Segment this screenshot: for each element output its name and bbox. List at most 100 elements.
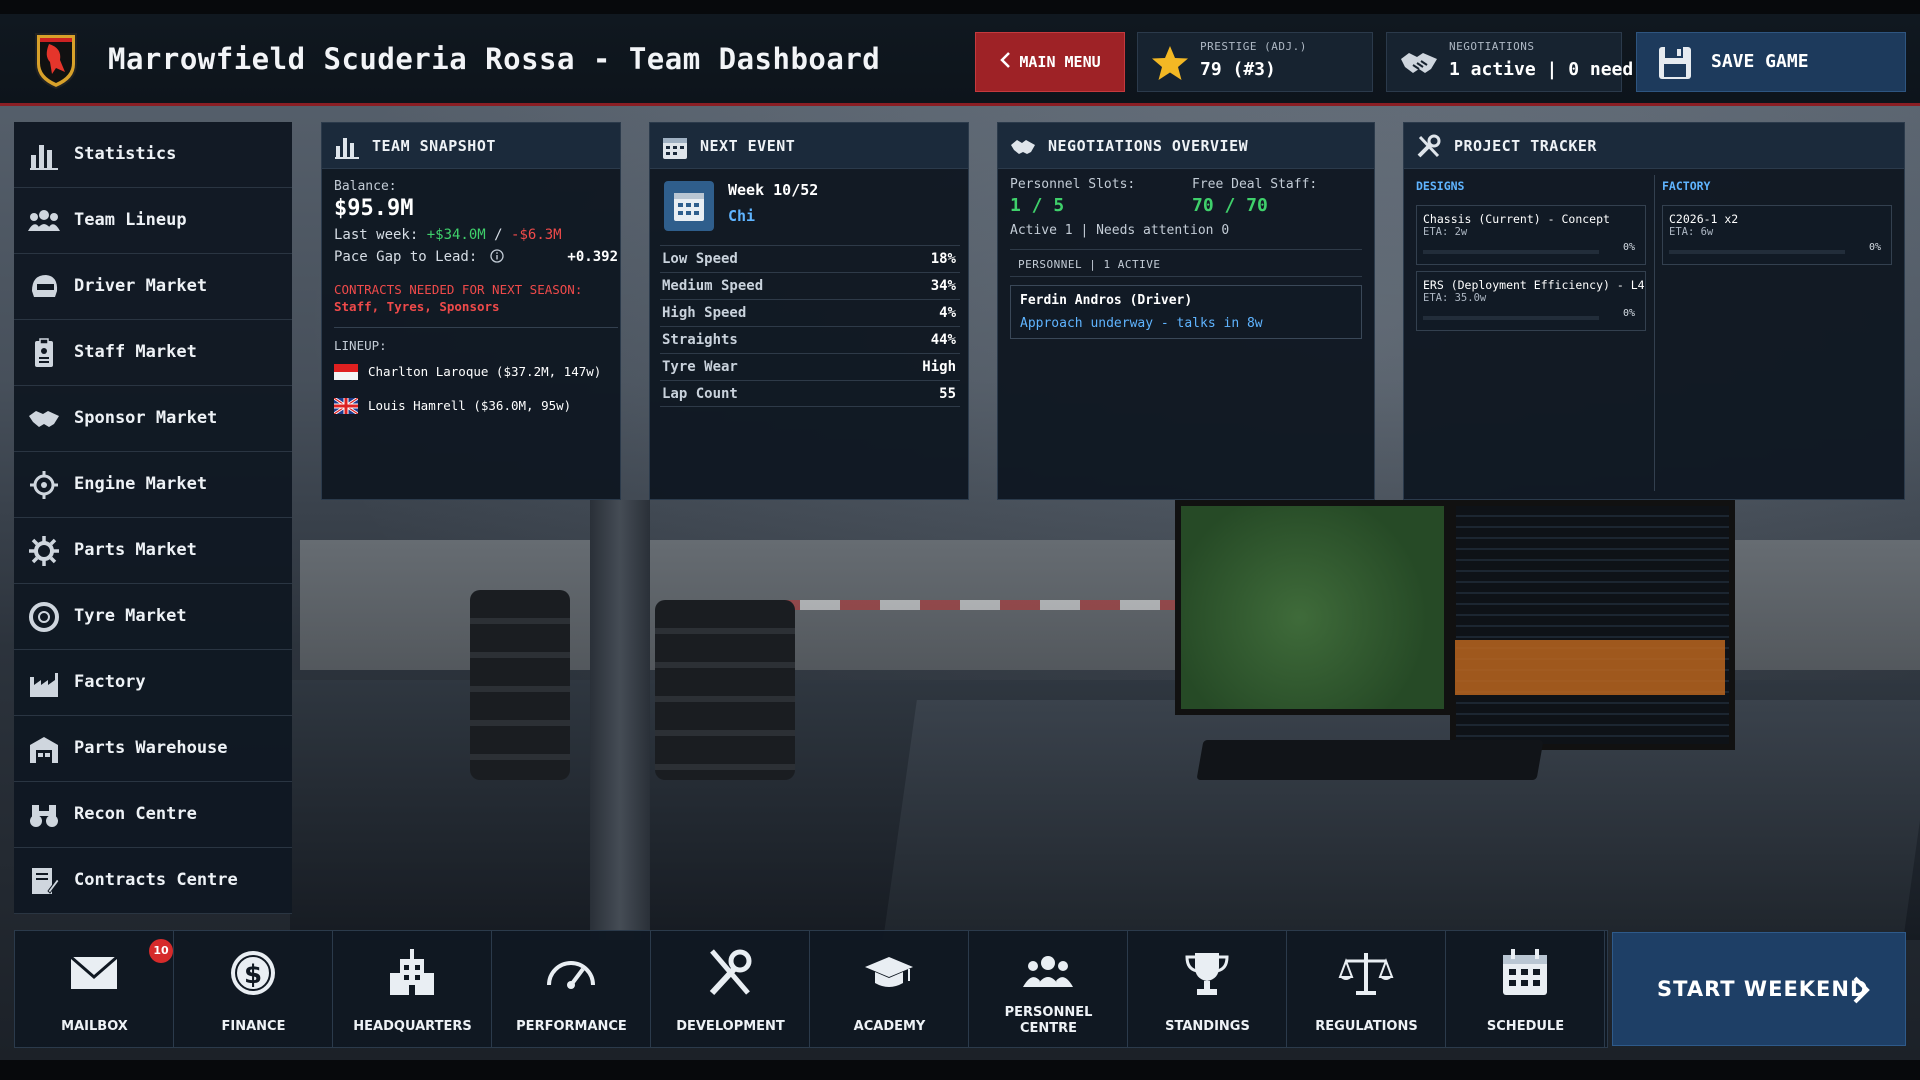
dock-item-headquarters[interactable]: HEADQUARTERS xyxy=(333,931,492,1047)
row-label: High Speed xyxy=(662,305,747,321)
handshake-icon xyxy=(28,403,60,435)
dock-item-standings[interactable]: STANDINGS xyxy=(1128,931,1287,1047)
sidebar-item-parts-warehouse[interactable]: Parts Warehouse xyxy=(14,716,292,782)
envelope-icon xyxy=(64,945,124,1001)
progress-percent: 0% xyxy=(1622,308,1635,319)
negotiations-value: 1 active | 0 need xyxy=(1449,59,1634,80)
dollar-coin-icon: $ xyxy=(223,945,283,1001)
page-title: Marrowfield Scuderia Rossa - Team Dashbo… xyxy=(108,42,881,76)
start-weekend-button[interactable]: START WEEKEND xyxy=(1612,932,1906,1046)
row-label: Low Speed xyxy=(662,251,738,267)
prestige-value: 79 (#3) xyxy=(1200,59,1276,80)
factory-column-label: FACTORY xyxy=(1662,179,1711,193)
row-value: 18% xyxy=(930,251,956,267)
sidebar-item-tyre-market[interactable]: Tyre Market xyxy=(14,584,292,650)
project-eta: ETA: 2w xyxy=(1423,226,1468,238)
background-keyboard xyxy=(1196,740,1544,780)
contracts-warning: CONTRACTS NEEDED FOR NEXT SEASON: Staff,… xyxy=(334,281,618,315)
sidebar-item-driver-market[interactable]: Driver Market xyxy=(14,254,292,320)
row-label: Lap Count xyxy=(662,386,738,402)
progress-percent: 0% xyxy=(1622,242,1635,253)
table-row: Straights 44% xyxy=(660,326,960,353)
negotiations-label: NEGOTIATIONS xyxy=(1449,40,1535,53)
sidebar-item-contracts-centre[interactable]: Contracts Centre xyxy=(14,848,292,914)
building-icon xyxy=(382,945,442,1001)
handshake-icon xyxy=(1010,134,1036,160)
dock-item-development[interactable]: DEVELOPMENT xyxy=(651,931,810,1047)
dock-item-performance[interactable]: PERFORMANCE xyxy=(492,931,651,1047)
next-event-panel: NEXT EVENT Week 10/52 Chi Low Speed 18% M… xyxy=(649,122,969,500)
trophy-icon xyxy=(1177,945,1237,1001)
panel-header: NEXT EVENT xyxy=(650,123,968,169)
dock-item-academy[interactable]: ACADEMY xyxy=(810,931,969,1047)
indonesia-flag-icon xyxy=(334,364,358,380)
progress-bar xyxy=(1669,250,1845,254)
main-menu-button[interactable]: MAIN MENU xyxy=(975,32,1125,92)
sidebar-item-label: Recon Centre xyxy=(74,804,197,824)
gear-icon xyxy=(28,535,60,567)
row-value: 44% xyxy=(930,332,956,348)
sidebar-item-sponsor-market[interactable]: Sponsor Market xyxy=(14,386,292,452)
design-project-card[interactable]: ERS (Deployment Efficiency) - L4 ETA: 35… xyxy=(1416,271,1646,331)
factory-project-card[interactable]: C2026-1 x2 ETA: 6w 0% xyxy=(1662,205,1892,265)
row-value: 34% xyxy=(930,278,956,294)
chevron-left-icon xyxy=(999,51,1011,73)
binoculars-icon xyxy=(28,799,60,831)
warehouse-icon xyxy=(28,733,60,765)
dock-item-personnel-centre[interactable]: PERSONNEL CENTRE xyxy=(969,931,1128,1047)
design-project-card[interactable]: Chassis (Current) - Concept ETA: 2w 0% xyxy=(1416,205,1646,265)
negotiation-card[interactable]: Ferdin Andros (Driver) Approach underway… xyxy=(1010,285,1362,339)
progress-bar xyxy=(1423,316,1599,320)
personnel-slots-label: Personnel Slots: xyxy=(1010,177,1136,192)
dock-item-schedule[interactable]: SCHEDULE xyxy=(1446,931,1605,1047)
event-location[interactable]: Chi xyxy=(728,207,755,225)
table-row: High Speed 4% xyxy=(660,299,960,326)
free-deal-staff-value: 70 / 70 xyxy=(1192,195,1268,216)
sidebar-item-label: Driver Market xyxy=(74,276,208,296)
prestige-indicator[interactable]: PRESTIGE (ADJ.) 79 (#3) xyxy=(1137,32,1373,92)
project-eta: ETA: 35.0w xyxy=(1423,292,1487,304)
sidebar-item-staff-market[interactable]: Staff Market xyxy=(14,320,292,386)
dock-item-label: STANDINGS xyxy=(1165,1019,1250,1034)
divider xyxy=(334,327,618,328)
project-name: Chassis (Current) - Concept xyxy=(1423,212,1610,226)
factory-icon xyxy=(28,667,60,699)
negotiation-status: Approach underway - talks in 8w xyxy=(1020,316,1263,331)
svg-text:$: $ xyxy=(244,960,262,990)
negotiations-indicator[interactable]: NEGOTIATIONS 1 active | 0 need xyxy=(1386,32,1633,92)
sidebar-item-team-lineup[interactable]: Team Lineup xyxy=(14,188,292,254)
sidebar-item-parts-market[interactable]: Parts Market xyxy=(14,518,292,584)
balance-value: $95.9M xyxy=(334,196,414,221)
sidebar-item-statistics[interactable]: Statistics xyxy=(14,122,292,188)
dock-item-finance[interactable]: $ FINANCE xyxy=(174,931,333,1047)
table-row: Tyre Wear High xyxy=(660,353,960,380)
progress-percent: 0% xyxy=(1868,242,1881,253)
main-menu-label: MAIN MENU xyxy=(1019,53,1101,71)
panel-header: NEGOTIATIONS OVERVIEW xyxy=(998,123,1374,169)
dock-item-mailbox[interactable]: 10 MAILBOX xyxy=(15,931,174,1047)
unread-count-badge: 10 xyxy=(149,939,173,963)
sidebar-item-label: Statistics xyxy=(74,144,177,164)
tab-personnel[interactable]: PERSONNEL | 1 ACTIVE xyxy=(1010,249,1362,277)
table-row: Lap Count 55 xyxy=(660,380,960,407)
event-week: Week 10/52 xyxy=(728,181,819,199)
lineup-driver-row[interactable]: Louis Hamrell ($36.0M, 95w) xyxy=(333,391,618,421)
sidebar-item-engine-market[interactable]: Engine Market xyxy=(14,452,292,518)
save-game-button[interactable]: SAVE GAME xyxy=(1636,32,1906,92)
dock-item-label: PERSONNEL xyxy=(1004,1005,1093,1020)
lineup-driver-text: Louis Hamrell ($36.0M, 95w) xyxy=(368,398,572,413)
sidebar-item-label: Contracts Centre xyxy=(74,870,238,890)
sidebar-item-recon-centre[interactable]: Recon Centre xyxy=(14,782,292,848)
panel-header: PROJECT TRACKER xyxy=(1404,123,1904,169)
dock-item-regulations[interactable]: REGULATIONS xyxy=(1287,931,1446,1047)
sidebar-item-label: Tyre Market xyxy=(74,606,187,626)
sidebar-item-factory[interactable]: Factory xyxy=(14,650,292,716)
dock-item-label: HEADQUARTERS xyxy=(353,1019,472,1034)
start-weekend-label: START WEEKEND xyxy=(1657,977,1869,1001)
background-telemetry-highlight xyxy=(1455,640,1725,695)
table-row: Medium Speed 34% xyxy=(660,272,960,299)
sidebar-item-label: Staff Market xyxy=(74,342,197,362)
lineup-driver-row[interactable]: Charlton Laroque ($37.2M, 147w) xyxy=(334,357,618,387)
info-icon[interactable] xyxy=(490,249,504,267)
graduation-cap-icon xyxy=(859,945,919,1001)
